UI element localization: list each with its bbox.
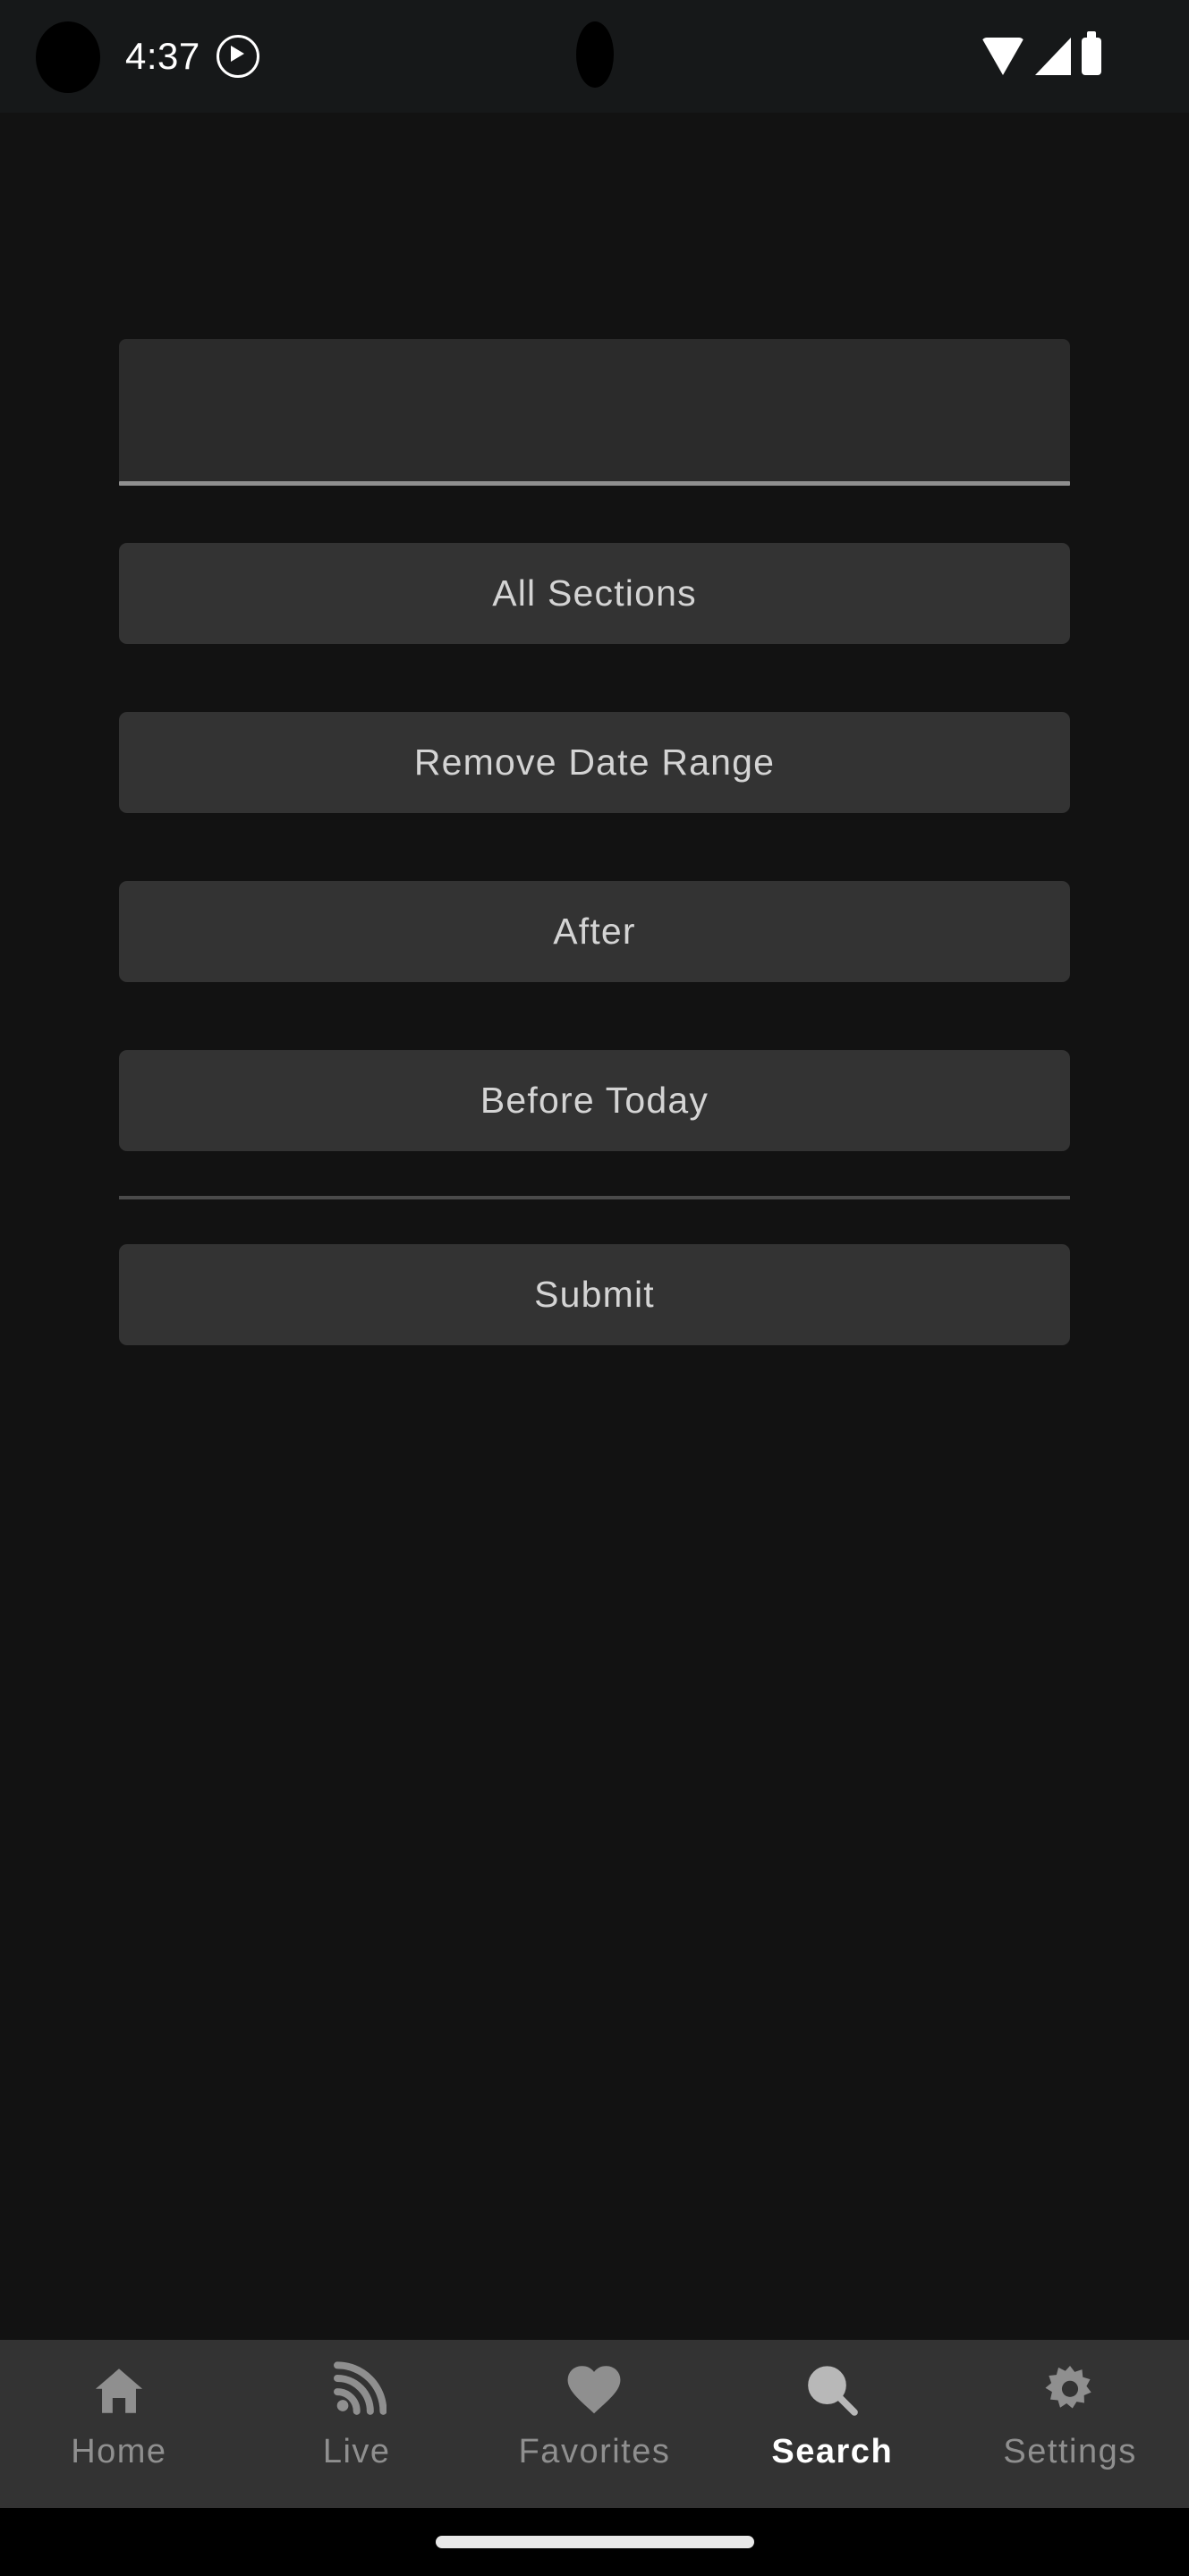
status-bar-clock: 4:37	[125, 35, 200, 77]
left-screen-cutout	[36, 21, 100, 93]
home-gesture-pill[interactable]	[435, 2536, 754, 2548]
nav-label-search: Search	[771, 2433, 894, 2470]
all-sections-button[interactable]: All Sections	[119, 543, 1070, 644]
play-circle-icon	[216, 35, 259, 78]
submit-button[interactable]: Submit	[119, 1244, 1070, 1345]
nav-item-settings[interactable]: Settings	[951, 2340, 1189, 2508]
status-bar: 4:37	[0, 0, 1189, 113]
remove-date-range-button[interactable]: Remove Date Range	[119, 712, 1070, 813]
cellular-signal-icon	[1035, 38, 1071, 75]
gear-icon	[1045, 2365, 1091, 2409]
form-divider	[119, 1196, 1070, 1199]
phone-screen: 4:37 All Sections Remove Date Range Afte…	[0, 0, 1189, 2576]
nav-label-home: Home	[71, 2433, 167, 2470]
nav-label-live: Live	[322, 2433, 391, 2470]
nav-label-settings: Settings	[1003, 2433, 1137, 2470]
nav-label-favorites: Favorites	[518, 2433, 671, 2470]
search-icon	[808, 2366, 859, 2416]
search-form: All Sections Remove Date Range After Bef…	[119, 339, 1070, 1345]
system-gesture-area	[0, 2508, 1189, 2576]
broadcast-icon	[333, 2361, 386, 2415]
nav-item-search[interactable]: Search	[713, 2340, 951, 2508]
battery-full-icon	[1082, 31, 1101, 75]
search-query-field[interactable]	[119, 339, 1070, 486]
nav-item-home[interactable]: Home	[0, 2340, 238, 2508]
before-date-button[interactable]: Before Today	[119, 1050, 1070, 1151]
heart-icon	[568, 2366, 621, 2414]
after-date-button[interactable]: After	[119, 881, 1070, 982]
home-icon	[95, 2368, 143, 2413]
search-screen-content: All Sections Remove Date Range After Bef…	[0, 113, 1189, 2340]
nav-item-favorites[interactable]: Favorites	[476, 2340, 714, 2508]
status-bar-right-group	[981, 31, 1101, 77]
front-camera-cutout	[575, 21, 614, 88]
nav-item-live[interactable]: Live	[238, 2340, 476, 2508]
wifi-icon	[981, 38, 1024, 75]
divider-wrap	[119, 1151, 1070, 1244]
search-input[interactable]	[119, 339, 1070, 480]
status-bar-left-group: 4:37	[125, 35, 259, 78]
search-field-underline	[119, 481, 1070, 486]
bottom-navigation-bar: Home Live Favorites Search Settings	[0, 2340, 1189, 2508]
